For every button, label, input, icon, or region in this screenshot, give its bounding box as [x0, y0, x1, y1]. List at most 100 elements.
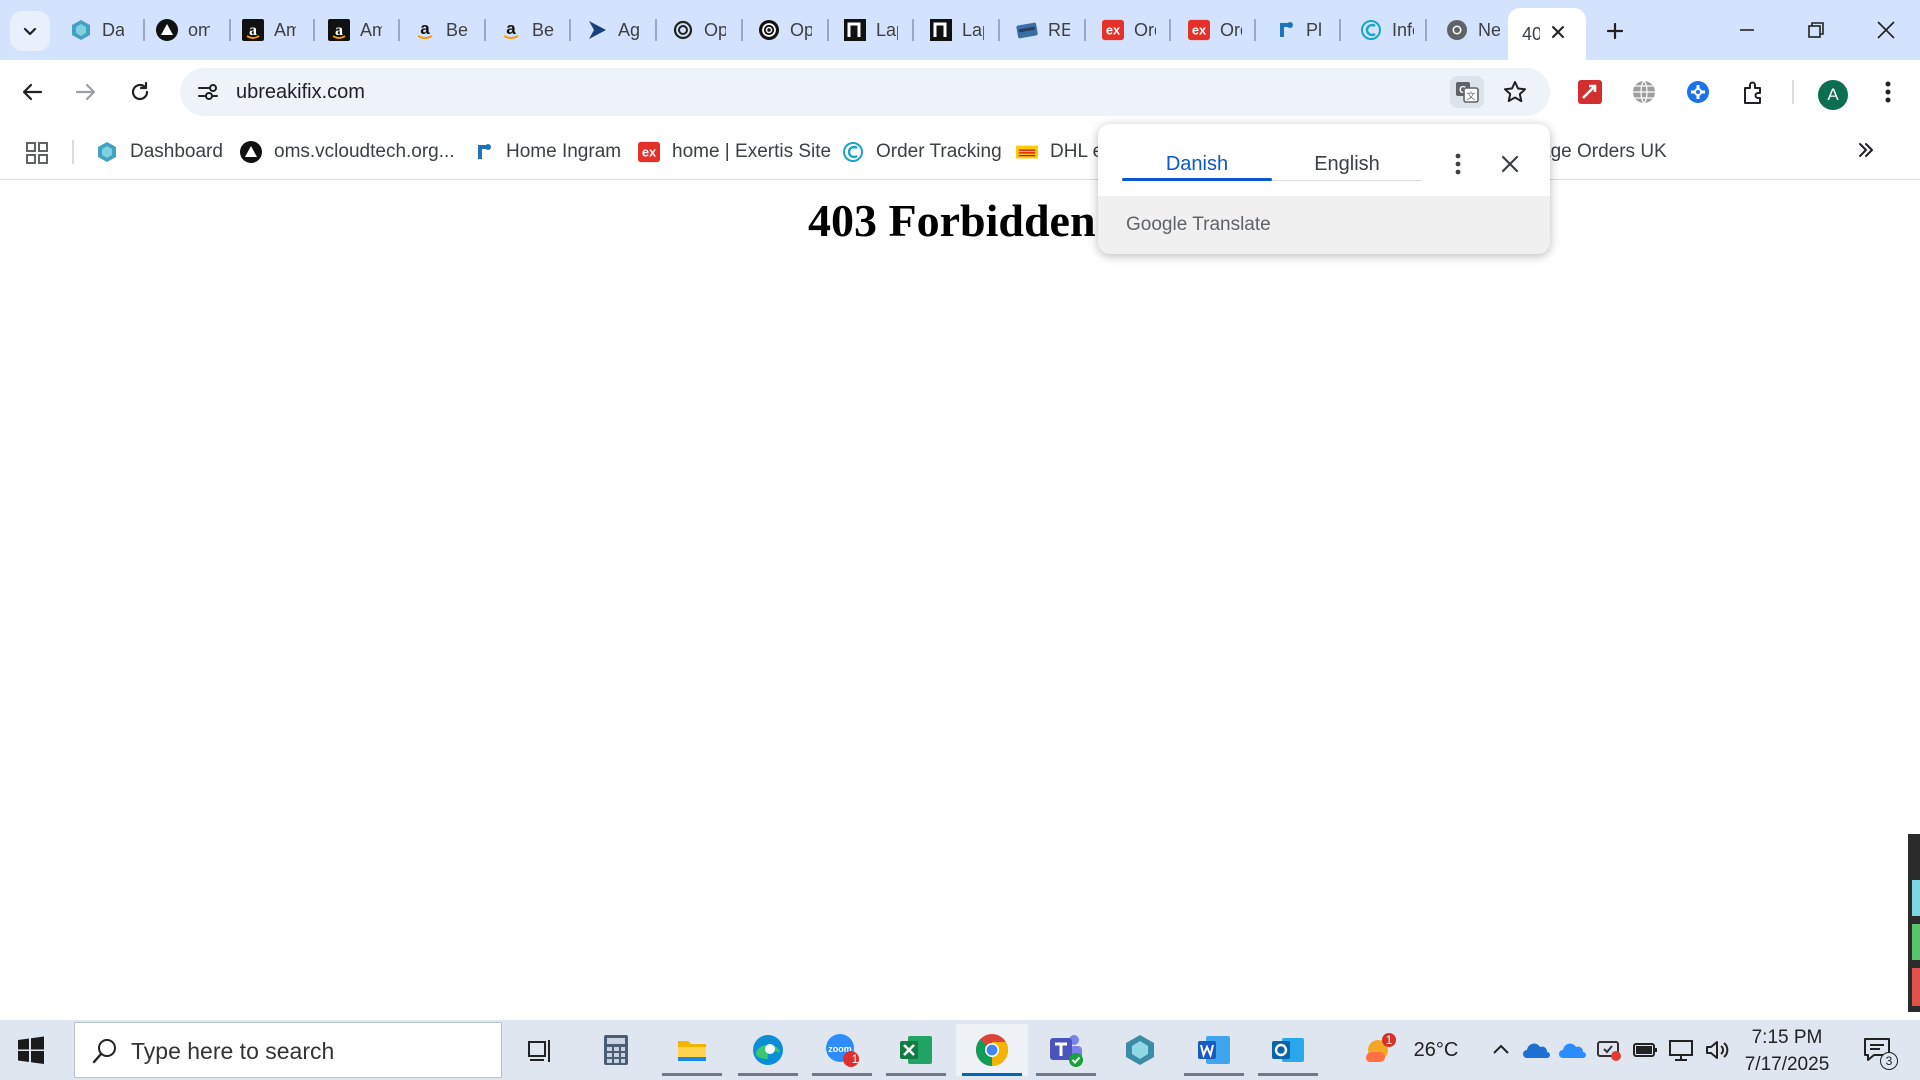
tab-orders-2[interactable]: ex Orders	[1178, 12, 1262, 48]
close-icon	[1552, 26, 1564, 38]
tab-title: RE	[1048, 19, 1070, 40]
avatar-initial: A	[1827, 85, 1839, 104]
chrome-menu-button[interactable]	[1868, 72, 1908, 112]
widget-segment	[1912, 968, 1920, 1006]
pdf-extension-icon[interactable]	[1570, 72, 1610, 112]
tab-agent[interactable]: Agent	[576, 12, 660, 48]
tab-title: Orders	[1220, 19, 1242, 40]
bookmark-order-tracking[interactable]: Order Tracking	[842, 136, 1002, 168]
address-bar[interactable]: ubreakifix.com G文	[180, 68, 1550, 116]
tab-best-sellers-1[interactable]: a Best Sellers	[404, 12, 488, 48]
chrome-icon	[976, 1034, 1008, 1066]
tab-laptops-1[interactable]: Laptops	[834, 12, 918, 48]
chrome-app[interactable]	[956, 1024, 1028, 1076]
bookmark-exertis[interactable]: ex home | Exertis Site	[638, 136, 831, 168]
chevron-up-icon	[1493, 1044, 1509, 1054]
security-alert-icon[interactable]	[1594, 1020, 1624, 1080]
tab-title: Orders	[1134, 19, 1156, 40]
network-icon[interactable]	[1666, 1020, 1696, 1080]
amazon-a-icon: a	[500, 19, 522, 41]
new-tab-button[interactable]	[1598, 14, 1632, 48]
active-language-indicator	[1122, 178, 1272, 181]
translate-options-button[interactable]	[1442, 148, 1474, 180]
tab-search-button[interactable]	[10, 11, 50, 51]
reload-button[interactable]	[120, 72, 160, 112]
profile-avatar[interactable]: A	[1818, 80, 1848, 110]
translate-footer: Google Translate	[1098, 196, 1550, 254]
site-settings-icon[interactable]	[196, 80, 220, 109]
tab-title: 403	[1522, 23, 1540, 44]
tab-re[interactable]: RE	[1006, 12, 1090, 48]
bookmark-star-icon[interactable]	[1502, 79, 1528, 110]
apps-grid-icon[interactable]	[26, 142, 48, 169]
tab-openai-1[interactable]: OpenAI	[662, 12, 746, 48]
double-chevron-right-icon	[1859, 143, 1873, 157]
back-button[interactable]	[12, 72, 52, 112]
tab-dashboard[interactable]: Dashboard	[60, 12, 144, 48]
tab-amazon-2[interactable]: a Amazon	[318, 12, 402, 48]
n-logo-icon	[930, 19, 952, 41]
bookmark-divider	[72, 140, 74, 164]
taskbar-search-box[interactable]: Type here to search	[74, 1022, 502, 1078]
notification-center-button[interactable]: 3	[1854, 1020, 1900, 1080]
clock[interactable]: 7:15 PM 7/17/2025	[1730, 1024, 1844, 1078]
bluewave-app[interactable]	[1104, 1024, 1176, 1076]
close-window-button[interactable]	[1861, 10, 1911, 50]
word-app[interactable]	[1178, 1024, 1250, 1076]
volume-icon[interactable]	[1702, 1020, 1732, 1080]
tab-separator	[912, 19, 914, 41]
helper-extension-icon[interactable]	[1678, 72, 1718, 112]
bookmark-home-ingram[interactable]: Home Ingram	[472, 136, 621, 168]
openai-icon	[758, 19, 780, 41]
url-text[interactable]: ubreakifix.com	[236, 81, 365, 104]
bluewave-icon	[96, 141, 118, 163]
widget-segment	[1912, 880, 1920, 916]
zoom-app[interactable]: zoom 1	[806, 1024, 878, 1076]
outlook-app[interactable]	[1252, 1024, 1324, 1076]
bookmark-manage-orders-uk[interactable]: age Orders UK	[1540, 136, 1667, 168]
onedrive-business-icon[interactable]	[1558, 1020, 1588, 1080]
tab-separator	[655, 19, 657, 41]
tab-oms[interactable]: oms.vcloudtech	[146, 12, 230, 48]
minimize-button[interactable]	[1722, 10, 1772, 50]
tab-target-language[interactable]: English	[1272, 144, 1422, 184]
tab-orders-1[interactable]: ex Orders	[1092, 12, 1176, 48]
teams-app[interactable]	[1030, 1024, 1102, 1076]
forward-button[interactable]	[66, 72, 106, 112]
more-bookmarks-button[interactable]	[1856, 140, 1876, 165]
tab-title: Laptops	[962, 19, 984, 40]
tab-pl[interactable]: Pl	[1264, 12, 1348, 48]
bookmark-oms[interactable]: oms.vcloudtech.org...	[240, 136, 455, 168]
calculator-app[interactable]	[580, 1024, 652, 1076]
widget-segment	[1912, 924, 1920, 960]
weather-temperature[interactable]: 26°C	[1404, 1020, 1468, 1080]
tab-close-button[interactable]	[1544, 18, 1572, 46]
tab-title: Dashboard	[102, 19, 124, 40]
restore-button[interactable]	[1791, 10, 1841, 50]
tab-info[interactable]: Info	[1350, 12, 1434, 48]
tab-title: Agent	[618, 19, 640, 40]
battery-icon[interactable]	[1630, 1020, 1660, 1080]
restore-icon	[1808, 22, 1824, 38]
weather-widget[interactable]: 1	[1360, 1020, 1396, 1080]
start-button[interactable]	[14, 1033, 48, 1067]
show-hidden-icons-button[interactable]	[1486, 1020, 1516, 1080]
task-view-button[interactable]	[504, 1024, 576, 1076]
word-icon	[1198, 1036, 1230, 1064]
excel-app[interactable]	[880, 1024, 952, 1076]
tab-laptops-2[interactable]: Laptops	[920, 12, 1004, 48]
svg-text:ex: ex	[1106, 23, 1121, 38]
tab-openai-2[interactable]: OpenAI	[748, 12, 832, 48]
file-explorer-app[interactable]	[656, 1024, 728, 1076]
translate-icon[interactable]: G文	[1450, 76, 1484, 108]
globe-extension-icon[interactable]	[1624, 72, 1664, 112]
translate-close-button[interactable]	[1494, 148, 1526, 180]
extensions-puzzle-icon[interactable]	[1734, 72, 1774, 112]
onedrive-personal-icon[interactable]	[1522, 1020, 1552, 1080]
edge-app[interactable]	[732, 1024, 804, 1076]
tab-amazon-1[interactable]: a Amazon	[232, 12, 316, 48]
tab-title: Pl	[1306, 19, 1323, 40]
bookmark-dashboard[interactable]: Dashboard	[96, 136, 223, 168]
bookmark-dhl[interactable]: DHL e	[1016, 136, 1103, 168]
tab-best-sellers-2[interactable]: a Best Sellers	[490, 12, 574, 48]
